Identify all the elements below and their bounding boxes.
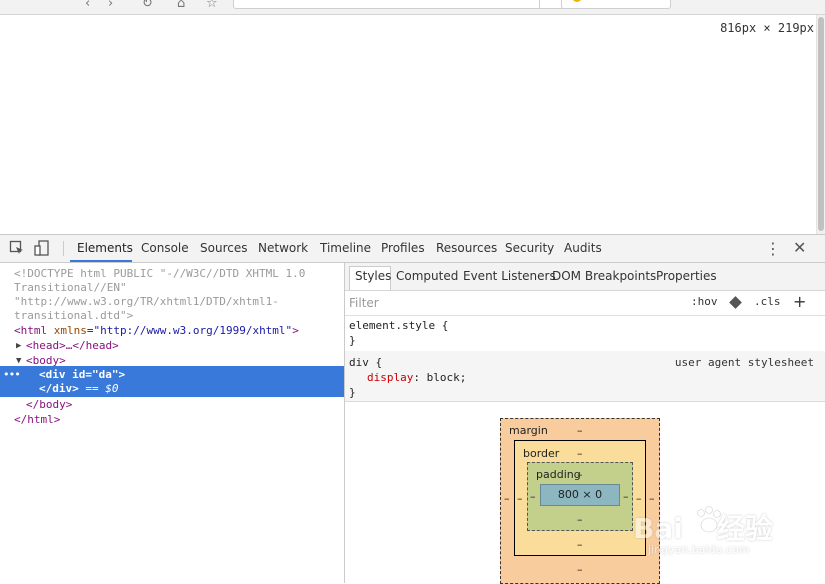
page-scrollbar[interactable]: [816, 15, 825, 234]
ua-close: }: [349, 386, 356, 399]
html-attr-name: xmlns: [53, 324, 87, 337]
browser-toolbar: ‹ › ↻ ⌂ ☆: [0, 0, 825, 15]
toolbar-separator: [63, 241, 64, 256]
tab-security[interactable]: Security: [505, 235, 554, 262]
ua-property-value: block;: [426, 371, 467, 384]
div-node[interactable]: <div id="da">: [39, 367, 125, 382]
html-open-tag: <html: [14, 324, 48, 337]
extension-area[interactable]: [561, 0, 671, 9]
ua-source-label: user agent stylesheet: [674, 356, 814, 369]
inspect-element-icon[interactable]: [9, 240, 25, 256]
devtools-toolbar: Elements Console Sources Network Timelin…: [0, 235, 825, 263]
padding-label: padding: [536, 468, 581, 481]
selected-marker: == $0: [85, 382, 119, 395]
border-label: border: [523, 447, 560, 460]
subtab-dom-breakpoints[interactable]: DOM Breakpoints: [552, 263, 656, 290]
active-tab-indicator: [70, 260, 132, 262]
subtab-computed[interactable]: Computed: [396, 263, 458, 290]
hover-state-toggle[interactable]: :hov: [691, 295, 718, 308]
selected-node-row[interactable]: ••• <div id="da"> </div> == $0: [0, 366, 344, 397]
padding-bottom-value[interactable]: –: [577, 513, 583, 526]
subtab-properties[interactable]: Properties: [656, 263, 717, 290]
node-actions-icon[interactable]: •••: [3, 367, 21, 382]
subtab-styles[interactable]: Styles: [355, 263, 391, 290]
home-icon[interactable]: ⌂: [177, 0, 185, 11]
margin-label: margin: [509, 424, 548, 437]
element-style-close: }: [349, 334, 356, 347]
ua-selector[interactable]: div {: [349, 356, 382, 369]
tab-resources[interactable]: Resources: [436, 235, 497, 262]
ua-rule-block: div { user agent stylesheet display: blo…: [345, 351, 825, 402]
border-bottom-value[interactable]: –: [577, 538, 583, 551]
div-open-tag: <div: [39, 368, 66, 381]
box-model-padding[interactable]: padding – – – – 800 × 0: [527, 462, 633, 531]
div-close-bracket: >: [118, 368, 126, 381]
tab-timeline[interactable]: Timeline: [320, 235, 371, 262]
body-close-node[interactable]: </body>: [26, 397, 72, 412]
viewport-size-label: 816px × 219px: [720, 21, 814, 35]
watermark-url: jingyan.baidu.com: [648, 543, 750, 556]
address-bar-action[interactable]: [539, 0, 563, 9]
filter-bar: Filter :hov .cls +: [345, 291, 825, 316]
new-rule-button[interactable]: +: [793, 292, 806, 311]
padding-top-value[interactable]: –: [577, 468, 583, 481]
extension-icon[interactable]: [572, 0, 582, 2]
device-mode-icon[interactable]: [34, 240, 50, 256]
close-devtools-icon[interactable]: ✕: [793, 238, 806, 257]
expand-head-icon[interactable]: ▶: [16, 339, 21, 354]
html-node[interactable]: <html xmlns="http://www.w3.org/1999/xhtm…: [14, 323, 299, 338]
html-close-bracket: >: [292, 324, 299, 337]
div-close-node[interactable]: </div> == $0: [39, 381, 119, 396]
ua-declaration[interactable]: display: block;: [367, 371, 466, 384]
paw-logo-icon: [697, 506, 721, 533]
tab-sources[interactable]: Sources: [200, 235, 247, 262]
padding-right-value[interactable]: –: [623, 490, 629, 503]
doctype-line-4[interactable]: transitional.dtd">: [14, 308, 133, 323]
doctype-line-1[interactable]: <!DOCTYPE html PUBLIC "-//W3C//DTD XHTML…: [14, 266, 305, 281]
border-top-value[interactable]: –: [577, 447, 583, 460]
doctype-line-2[interactable]: Transitional//EN": [14, 280, 127, 295]
page-viewport: 816px × 219px: [0, 15, 816, 234]
border-right-value[interactable]: –: [636, 492, 642, 505]
tab-elements[interactable]: Elements: [77, 235, 133, 262]
bookmark-star-icon[interactable]: ☆: [206, 0, 218, 11]
margin-top-value[interactable]: –: [577, 424, 583, 437]
dom-tree: <!DOCTYPE html PUBLIC "-//W3C//DTD XHTML…: [0, 263, 344, 583]
box-model-border[interactable]: border – – – – padding – – – – 800 × 0: [514, 440, 646, 556]
border-left-value[interactable]: –: [517, 492, 523, 505]
div-attr-value: "da": [92, 368, 119, 381]
tab-network[interactable]: Network: [258, 235, 308, 262]
html-attr-value: "http://www.w3.org/1999/xhtml": [93, 324, 293, 337]
doctype-line-3[interactable]: "http://www.w3.org/TR/xhtml1/DTD/xhtml1-: [14, 294, 279, 309]
watermark-logo-text: Bai: [633, 512, 683, 545]
subtab-event-listeners[interactable]: Event Listeners: [463, 263, 556, 290]
html-close-node[interactable]: </html>: [14, 412, 60, 427]
watermark-logo-cn: 经验: [716, 512, 773, 545]
tab-console[interactable]: Console: [141, 235, 189, 262]
class-toggle[interactable]: .cls: [754, 295, 781, 308]
address-bar[interactable]: [233, 0, 541, 9]
head-node[interactable]: <head>…</head>: [26, 338, 119, 353]
box-model-content[interactable]: 800 × 0: [540, 484, 620, 506]
tab-audits[interactable]: Audits: [564, 235, 602, 262]
tab-profiles[interactable]: Profiles: [381, 235, 425, 262]
back-icon[interactable]: ‹: [85, 0, 90, 11]
styles-subtabs: Styles Computed Event Listeners DOM Brea…: [345, 263, 825, 291]
watermark: Bai 经验 jingyan.baidu.com: [633, 506, 823, 567]
div-close-tag: </div>: [39, 382, 79, 395]
margin-left-value[interactable]: –: [504, 492, 510, 505]
div-attr-name: id: [72, 368, 86, 381]
margin-bottom-value[interactable]: –: [577, 563, 583, 576]
reload-icon[interactable]: ↻: [142, 0, 153, 11]
toggle-element-state-icon[interactable]: [729, 296, 742, 309]
margin-right-value[interactable]: –: [649, 492, 655, 505]
forward-icon[interactable]: ›: [108, 0, 113, 11]
filter-input[interactable]: Filter: [349, 296, 379, 310]
ua-property-name: display: [367, 371, 414, 384]
more-options-icon[interactable]: ⋮: [765, 239, 781, 258]
scrollbar-thumb[interactable]: [818, 17, 824, 231]
padding-left-value[interactable]: –: [530, 490, 536, 503]
element-style-selector[interactable]: element.style {: [349, 319, 448, 332]
